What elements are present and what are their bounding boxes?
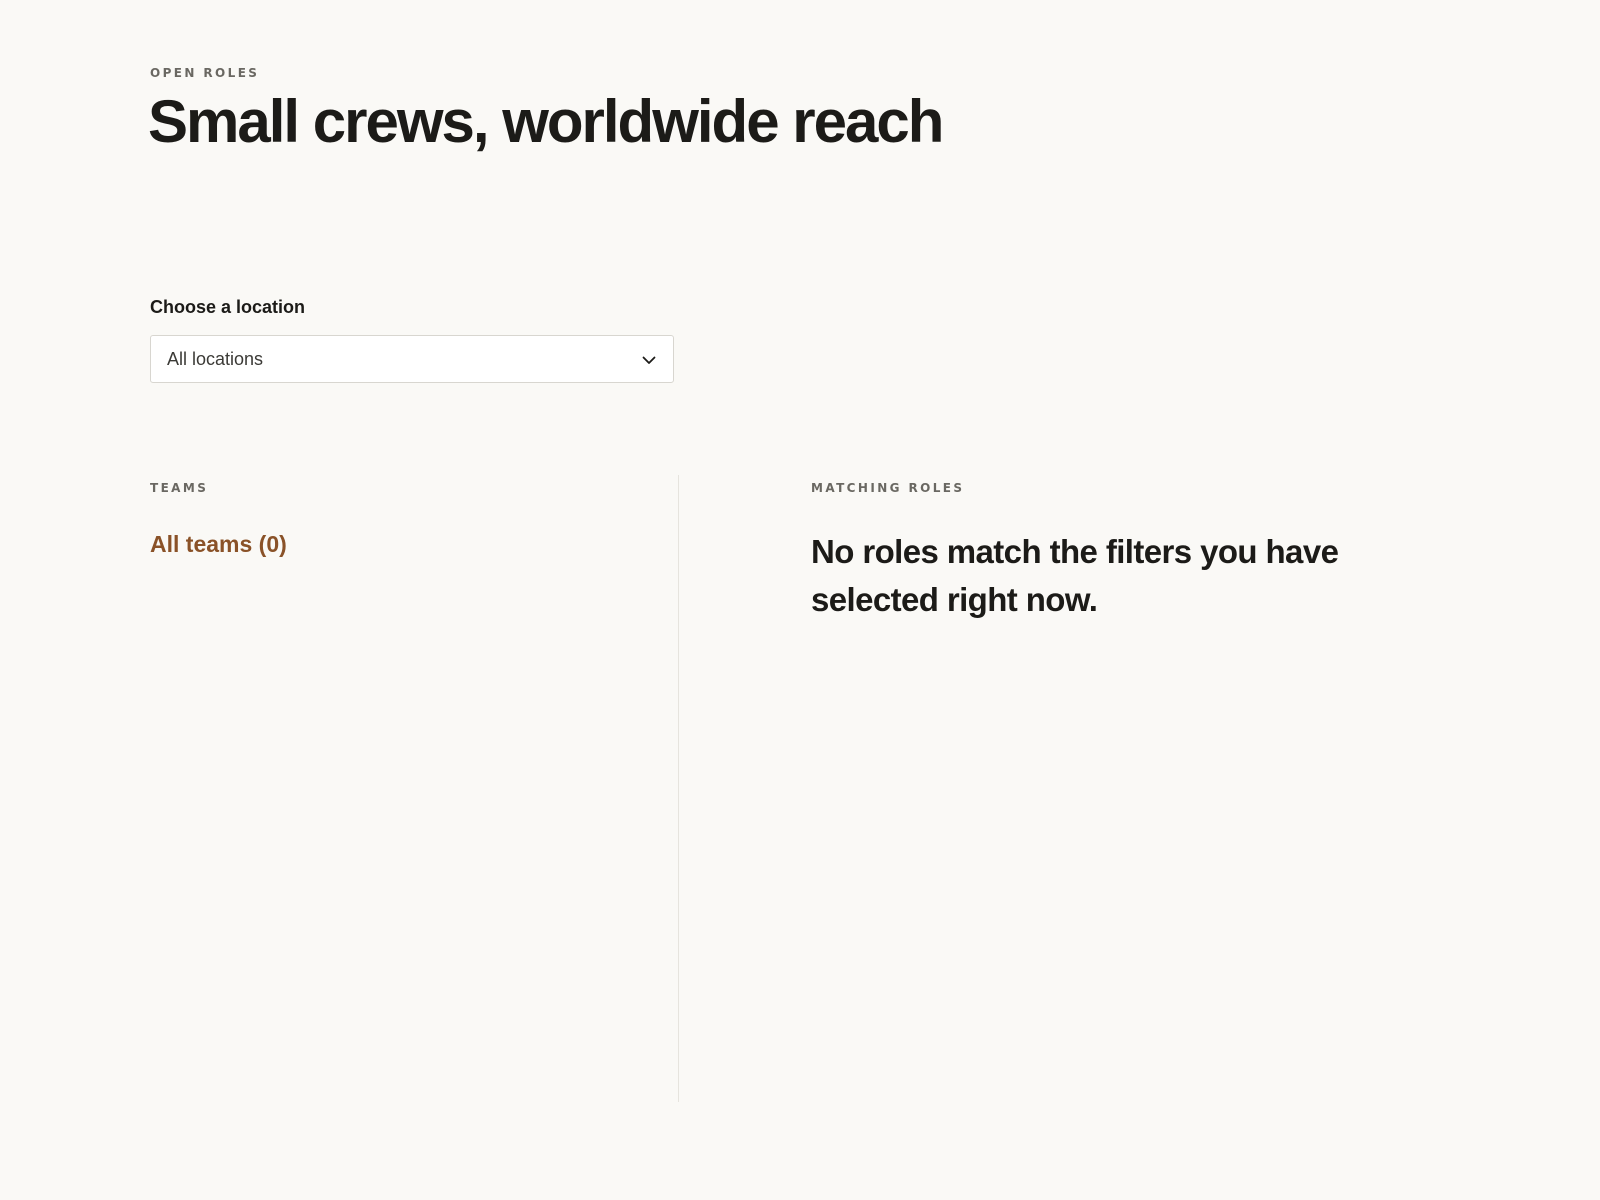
team-filter-all[interactable]: All teams (0)	[150, 531, 287, 558]
matching-roles-heading: MATCHING ROLES	[811, 481, 965, 495]
column-divider	[678, 475, 679, 1102]
teams-heading: TEAMS	[150, 481, 209, 495]
location-filter-label: Choose a location	[150, 297, 306, 317]
section-eyebrow: OPEN ROLES	[150, 66, 260, 80]
location-select[interactable]: All locations	[150, 335, 674, 383]
location-select-value: All locations	[167, 349, 264, 369]
empty-state-message: No roles match the filters you have sele…	[811, 533, 1339, 618]
careers-page: OPEN ROLES Small crews, worldwide reach …	[148, 0, 1450, 1200]
page-title: Small crews, worldwide reach	[148, 88, 944, 155]
chevron-down-icon	[642, 356, 656, 364]
